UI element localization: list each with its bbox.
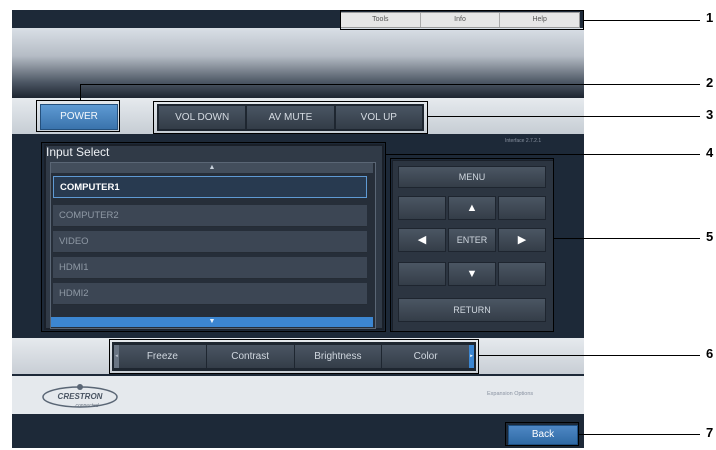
callout-number-1: 1 (706, 10, 714, 25)
callout-box-5 (390, 158, 554, 332)
callout-box-3 (153, 101, 428, 134)
callout-box-6 (109, 339, 479, 374)
callout-vline-2 (80, 84, 81, 100)
crestron-logo-icon[interactable]: CRESTRON connected (40, 382, 120, 410)
callout-line-6 (479, 355, 700, 356)
callout-box-1 (340, 10, 584, 30)
callout-number-5: 5 (706, 229, 714, 244)
callout-line-5 (554, 238, 700, 239)
callout-line-3 (428, 116, 700, 117)
callout-line-1 (584, 20, 700, 21)
crestron-tagline-text: connected (75, 403, 98, 409)
callout-box-4 (41, 142, 386, 332)
callout-line-2 (80, 84, 700, 85)
expansion-options-link[interactable]: Expansion Options (487, 391, 533, 397)
callout-number-7: 7 (706, 425, 714, 440)
callout-number-2: 2 (706, 75, 714, 90)
crestron-brand-text: CRESTRON (58, 392, 103, 401)
interface-version: Interface 2.7.2.1 (505, 138, 542, 144)
callout-line-7 (579, 434, 700, 435)
callout-number-4: 4 (706, 145, 714, 160)
callout-line-4 (386, 154, 700, 155)
callout-box-7 (505, 422, 579, 446)
callout-number-3: 3 (706, 107, 714, 122)
callout-number-6: 6 (706, 346, 714, 361)
callout-box-2 (36, 100, 120, 132)
header-banner (12, 28, 584, 98)
